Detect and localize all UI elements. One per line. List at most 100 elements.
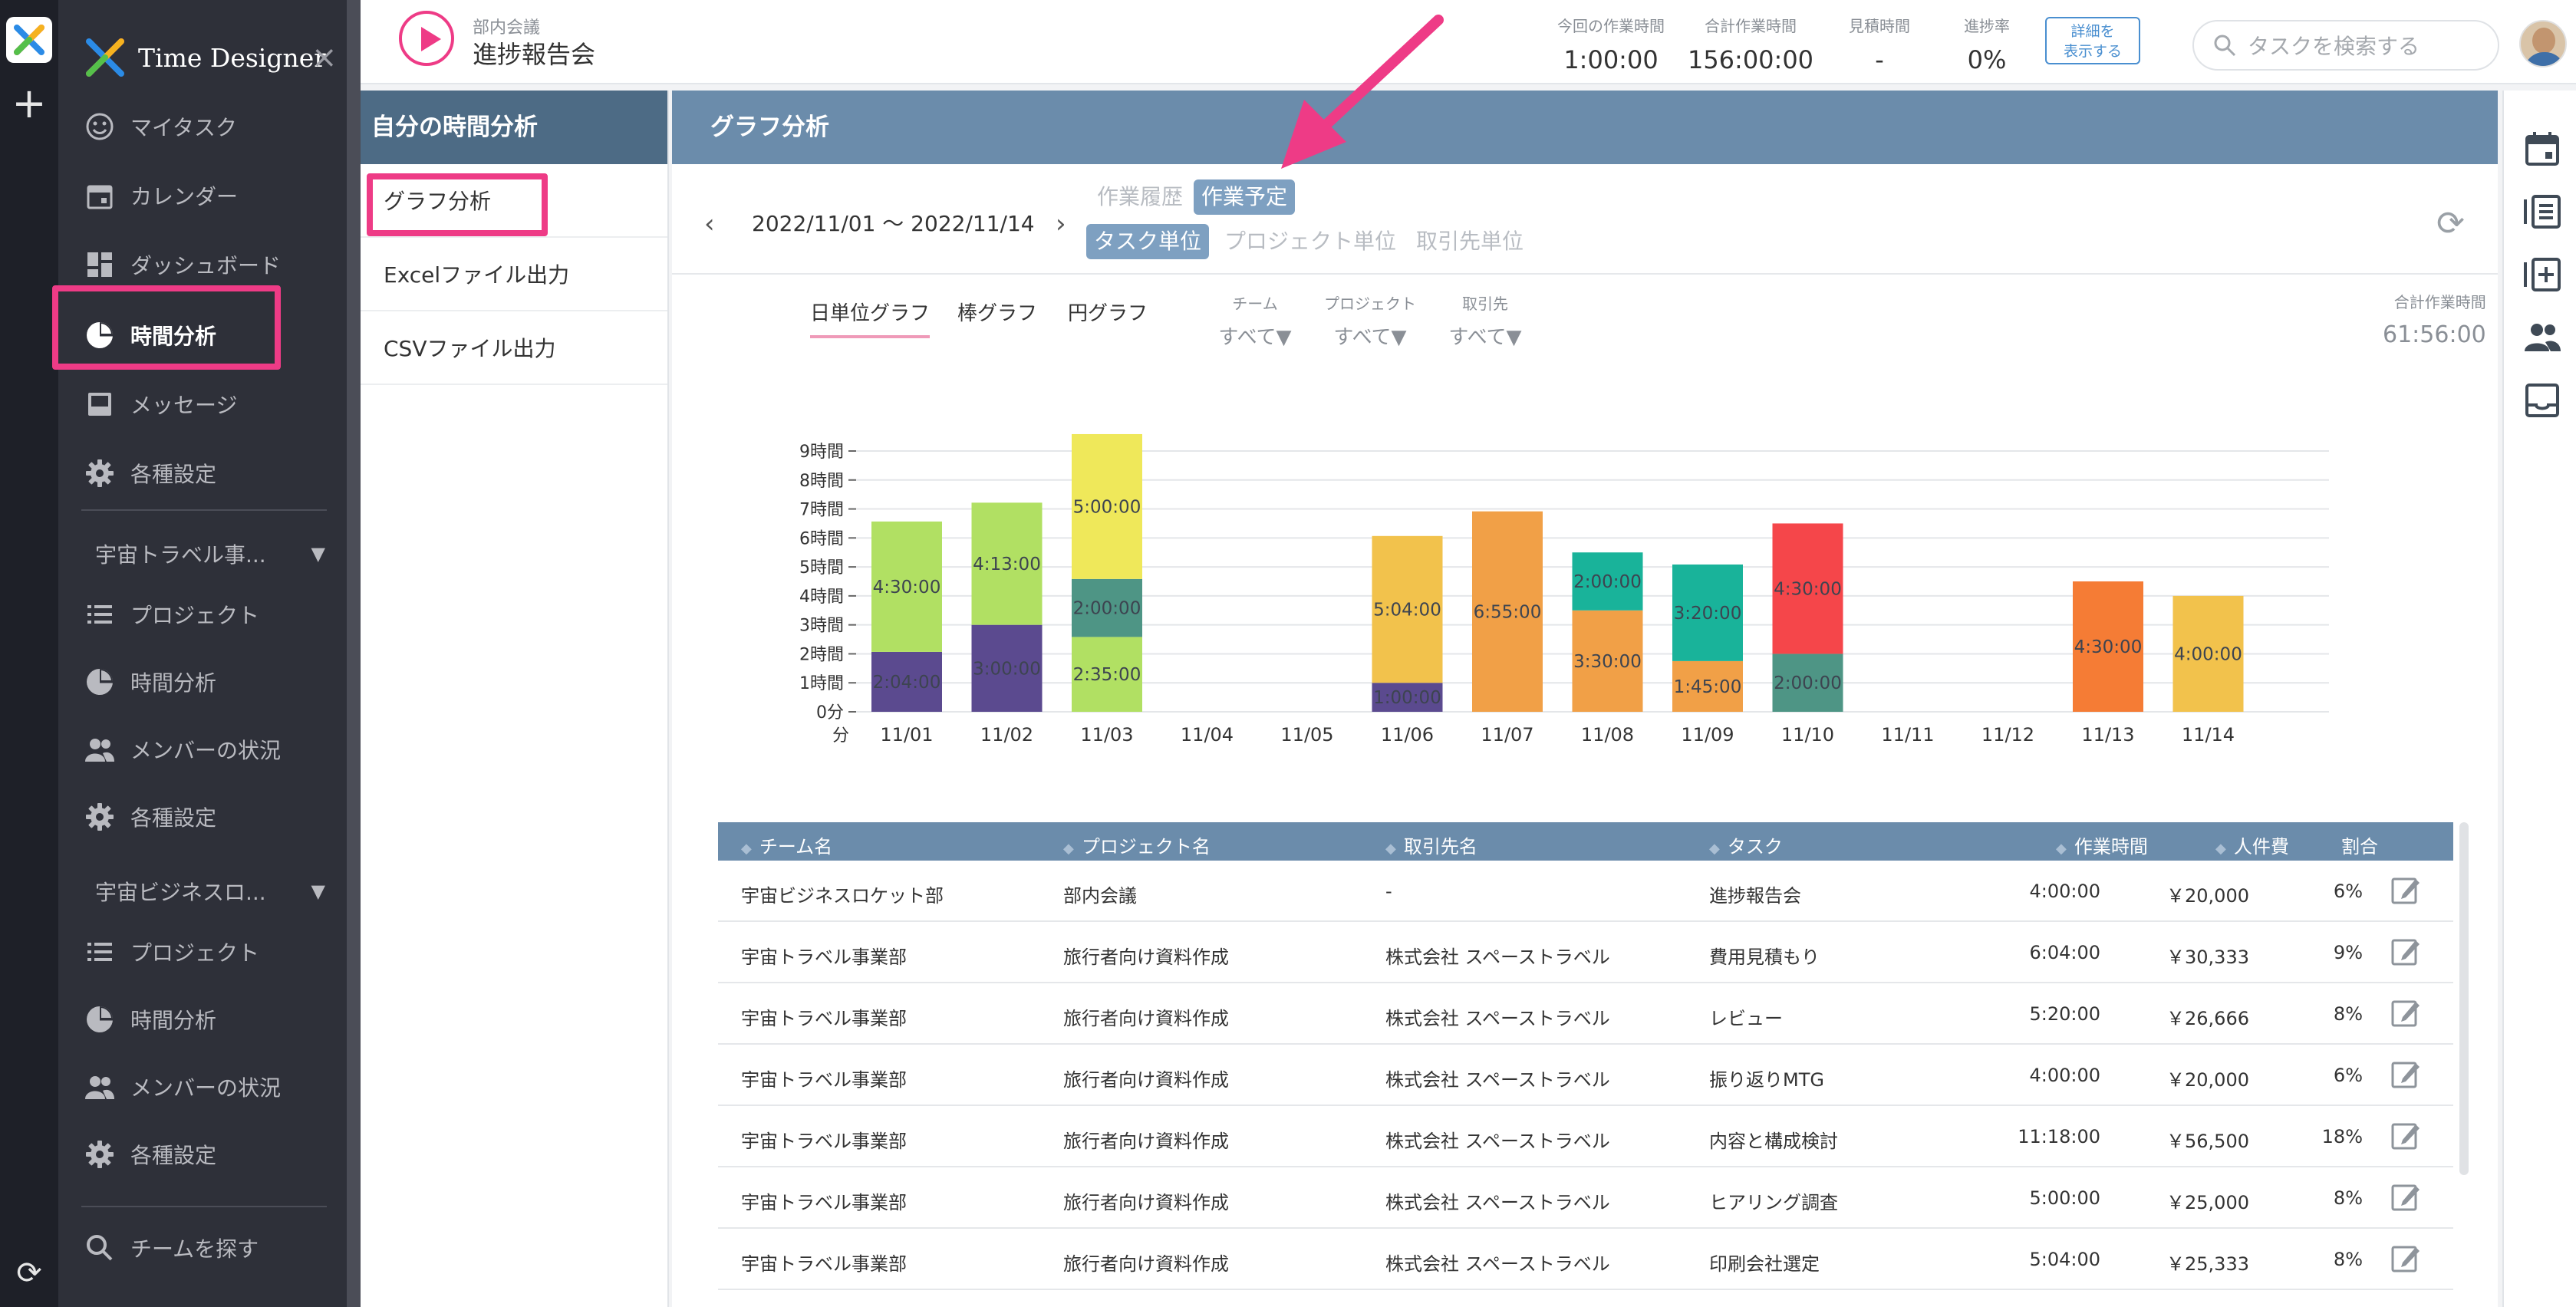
- user-avatar[interactable]: [2519, 20, 2567, 67]
- toggle-task-unit[interactable]: タスク単位: [1086, 224, 1210, 259]
- app-logo-icon[interactable]: [6, 17, 52, 63]
- team-nav-item[interactable]: 各種設定: [81, 792, 334, 842]
- x-tick-label: 11/03: [1080, 724, 1133, 746]
- task-list-icon[interactable]: [2522, 192, 2562, 232]
- header-work-time[interactable]: ◆ 作業時間: [2056, 831, 2148, 858]
- x-tick-label: 11/09: [1681, 724, 1734, 746]
- x-tick-label: 11/01: [880, 724, 933, 746]
- chevron-down-icon: ▼: [311, 881, 325, 902]
- table-row[interactable]: 宇宙トラベル事業部 旅行者向け資料作成 株式会社 スペーストラベル 内容と構成検討 11…: [718, 1106, 2453, 1167]
- toggle-work-plan[interactable]: 作業予定: [1194, 179, 1296, 215]
- edit-icon[interactable]: [2390, 936, 2421, 966]
- table-row[interactable]: 宇宙トラベル事業部 旅行者向け資料作成 株式会社 スペーストラベル ヒアリング調査 5:…: [718, 1167, 2453, 1229]
- close-sidebar-icon[interactable]: ×: [311, 40, 338, 75]
- x-tick-label: 11/04: [1181, 724, 1234, 746]
- team-nav-item[interactable]: メンバーの状況: [81, 1062, 334, 1112]
- total-value: 61:56:00: [2383, 321, 2486, 348]
- team-nav-item[interactable]: プロジェクト: [81, 927, 334, 977]
- edit-icon[interactable]: [2390, 1181, 2421, 1212]
- add-task-icon[interactable]: [2522, 255, 2562, 295]
- task-search-input[interactable]: タスクを検索する: [2192, 20, 2499, 71]
- subnav-item-label: Excelファイル出力: [384, 262, 570, 288]
- team-nav-item-label: プロジェクト: [130, 603, 260, 628]
- sync-icon[interactable]: ⟳: [11, 1255, 48, 1292]
- filter-team[interactable]: チーム すべて▼: [1209, 291, 1301, 350]
- total-work-time: 合計作業時間 61:56:00: [2383, 290, 2486, 348]
- find-team-item[interactable]: チームを探す: [81, 1223, 334, 1273]
- header-task[interactable]: ◆ タスク: [1709, 831, 1783, 858]
- show-details-button[interactable]: 詳細を 表示する: [2045, 17, 2140, 64]
- filter-project[interactable]: プロジェクト すべて▼: [1316, 291, 1424, 350]
- inbox-icon[interactable]: [2522, 380, 2562, 420]
- cell-task: 印刷会社選定: [1709, 1253, 1820, 1275]
- edit-icon[interactable]: [2390, 874, 2421, 905]
- table-row[interactable]: 宇宙ビジネスロケット部 部内会議 - 進捗報告会 4:00:00 ￥20,000 6%: [718, 861, 2453, 922]
- refresh-icon[interactable]: ⟳: [2436, 204, 2465, 243]
- toggle-project-unit[interactable]: プロジェクト単位: [1217, 224, 1404, 259]
- header-ratio[interactable]: 割合: [2341, 831, 2378, 858]
- header-project[interactable]: ◆ プロジェクト名: [1063, 831, 1211, 858]
- cell-team: 宇宙トラベル事業部: [741, 1131, 907, 1152]
- sidebar-item[interactable]: マイタスク: [81, 101, 334, 152]
- dashboard-icon: [81, 246, 118, 283]
- sidebar-item[interactable]: メッセージ: [81, 379, 334, 430]
- members-icon[interactable]: [2522, 318, 2562, 357]
- team-group-header[interactable]: 宇宙ビジネスロ... ▼: [95, 868, 325, 914]
- cell-ratio: 6%: [2333, 881, 2363, 902]
- header-client[interactable]: ◆ 取引先名: [1385, 831, 1477, 858]
- add-icon[interactable]: +: [11, 83, 48, 124]
- sidebar-item[interactable]: 各種設定: [81, 448, 334, 499]
- team-nav-item[interactable]: 時間分析: [81, 657, 334, 707]
- team-group-header[interactable]: 宇宙トラベル事... ▼: [95, 531, 325, 577]
- y-tick-label: 0分: [816, 703, 844, 723]
- table-row[interactable]: 宇宙トラベル事業部 旅行者向け資料作成 株式会社 スペーストラベル 振り返りMTG 4:…: [718, 1045, 2453, 1106]
- team-nav-item[interactable]: プロジェクト: [81, 589, 334, 640]
- team-nav-item[interactable]: メンバーの状況: [81, 724, 334, 775]
- prev-period-icon[interactable]: ‹: [704, 209, 715, 239]
- edit-icon[interactable]: [2390, 1058, 2421, 1089]
- bar-segment-label: 5:00:00: [1073, 497, 1141, 517]
- cell-work-time: 5:00:00: [2029, 1187, 2100, 1209]
- cell-project: 旅行者向け資料作成: [1063, 947, 1229, 968]
- subnav-item-excel[interactable]: Excelファイル出力: [361, 238, 667, 311]
- sidebar-item[interactable]: ダッシュボード: [81, 239, 334, 290]
- cell-work-time: 4:00:00: [2029, 1065, 2100, 1086]
- cell-team: 宇宙トラベル事業部: [741, 1192, 907, 1213]
- tab-bar-graph[interactable]: 棒グラフ: [957, 298, 1037, 326]
- search-icon: [81, 1230, 118, 1266]
- tab-pie-graph[interactable]: 円グラフ: [1068, 298, 1148, 326]
- tab-daily-graph[interactable]: 日単位グラフ: [810, 298, 931, 338]
- cell-work-time: 11:18:00: [2018, 1126, 2100, 1147]
- cell-project: 旅行者向け資料作成: [1063, 1253, 1229, 1275]
- analysis-subnav: 自分の時間分析 グラフ分析 Excelファイル出力 CSVファイル出力: [361, 91, 669, 1307]
- filter-client[interactable]: 取引先 すべて▼: [1439, 291, 1531, 350]
- show-details-line: 詳細を: [2070, 23, 2115, 40]
- toggle-work-history[interactable]: 作業履歴: [1089, 179, 1191, 215]
- play-icon[interactable]: [399, 11, 454, 66]
- table-scrollbar[interactable]: [2459, 822, 2469, 1175]
- edit-icon[interactable]: [2390, 997, 2421, 1028]
- subnav-title: 自分の時間分析: [361, 91, 667, 164]
- table-row[interactable]: 宇宙トラベル事業部 旅行者向け資料作成 株式会社 スペーストラベル 費用見積もり 6:0…: [718, 922, 2453, 983]
- edit-icon[interactable]: [2390, 1243, 2421, 1273]
- team-nav-item[interactable]: 各種設定: [81, 1129, 334, 1180]
- calendar-icon[interactable]: [2522, 129, 2562, 169]
- cell-project: 旅行者向け資料作成: [1063, 1131, 1229, 1152]
- edit-icon[interactable]: [2390, 1120, 2421, 1151]
- table-row[interactable]: 宇宙トラベル事業部 旅行者向け資料作成 株式会社 スペーストラベル 印刷会社選定 5:0…: [718, 1229, 2453, 1290]
- sidebar-scrollbar[interactable]: [347, 0, 361, 1307]
- table-row[interactable]: 宇宙トラベル事業部 旅行者向け資料作成 株式会社 スペーストラベル レビュー 5:20:…: [718, 983, 2453, 1045]
- next-period-icon[interactable]: ›: [1056, 209, 1066, 239]
- team-nav-item-label: 各種設定: [130, 805, 217, 831]
- team-nav-item[interactable]: 時間分析: [81, 994, 334, 1045]
- sidebar: Time Designer × マイタスク カレンダー ダッシュボード 時間分析 メッセ…: [58, 0, 361, 1307]
- calendar-icon: [81, 177, 118, 214]
- header-team[interactable]: ◆ チーム名: [741, 831, 832, 858]
- sidebar-item[interactable]: カレンダー: [81, 170, 334, 221]
- filter-value: すべて▼: [1218, 326, 1292, 349]
- header-labor-cost[interactable]: ◆ 人件費: [2215, 831, 2289, 858]
- subnav-item-csv[interactable]: CSVファイル出力: [361, 311, 667, 385]
- search-icon: [2212, 33, 2237, 58]
- filter-value: すべて▼: [1333, 326, 1407, 349]
- toggle-client-unit[interactable]: 取引先単位: [1408, 224, 1531, 259]
